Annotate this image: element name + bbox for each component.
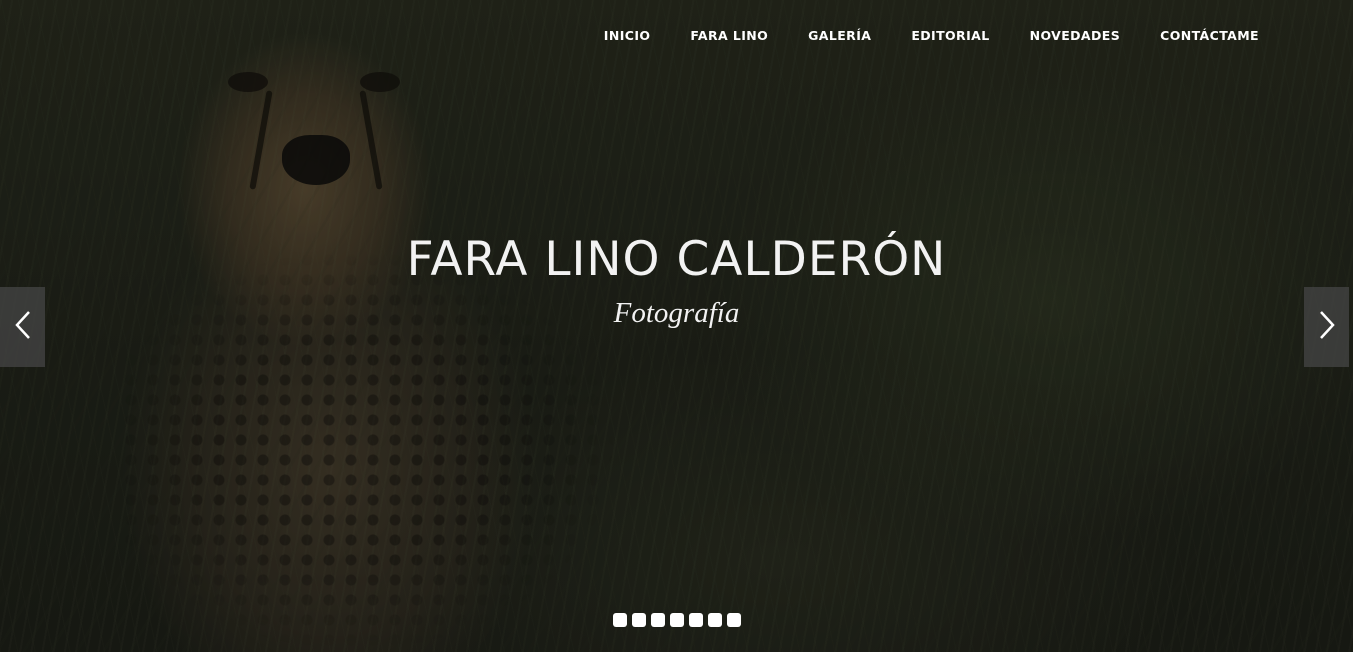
nav-item-inicio[interactable]: INICIO — [604, 28, 651, 44]
slider-dot-5[interactable] — [688, 613, 703, 627]
nav-item-galeria[interactable]: GALERÍA — [808, 28, 871, 44]
hero-slider: INICIO FARA LINO GALERÍA EDITORIAL NOVED… — [0, 0, 1353, 652]
chevron-right-icon — [1318, 310, 1336, 345]
slider-prev-button[interactable] — [0, 287, 45, 367]
slider-dot-3[interactable] — [650, 613, 665, 627]
slider-dot-4[interactable] — [669, 613, 684, 627]
hero-caption: FARA LINO CALDERÓN Fotografía — [0, 230, 1353, 330]
slider-dot-1[interactable] — [612, 613, 627, 627]
hero-subtitle: Fotografía — [613, 297, 740, 329]
slider-dot-2[interactable] — [631, 613, 646, 627]
slider-pagination — [0, 613, 1353, 627]
main-nav: INICIO FARA LINO GALERÍA EDITORIAL NOVED… — [564, 28, 1259, 44]
slider-dot-7[interactable] — [726, 613, 741, 627]
nav-item-editorial[interactable]: EDITORIAL — [911, 28, 989, 44]
hero-title: FARA LINO CALDERÓN — [406, 232, 947, 287]
nav-item-contactame[interactable]: CONTÁCTAME — [1160, 28, 1259, 44]
nav-item-novedades[interactable]: NOVEDADES — [1030, 28, 1121, 44]
chevron-left-icon — [14, 310, 32, 345]
slider-dot-6[interactable] — [707, 613, 722, 627]
nav-item-fara-lino[interactable]: FARA LINO — [690, 28, 768, 44]
slider-next-button[interactable] — [1304, 287, 1349, 367]
